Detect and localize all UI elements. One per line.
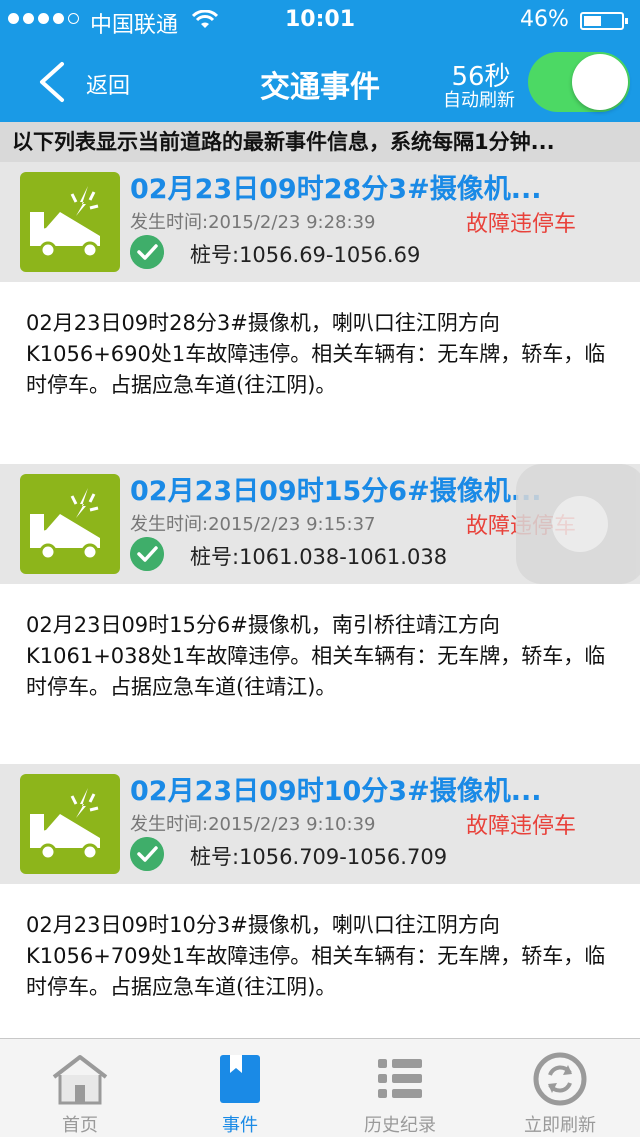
tab-refresh[interactable]: 立即刷新 <box>480 1039 640 1137</box>
event-card-header[interactable]: 02月23日09时10分3#摄像机... 发生时间:2015/2/23 9:10… <box>0 764 640 884</box>
check-icon <box>130 537 164 571</box>
auto-refresh-toggle[interactable] <box>528 52 630 112</box>
event-time: 发生时间:2015/2/23 9:10:39 <box>130 814 376 835</box>
breakdown-truck-icon <box>20 172 120 272</box>
refresh-icon <box>533 1052 587 1106</box>
tab-home[interactable]: 首页 <box>0 1039 160 1137</box>
notice-banner: 以下列表显示当前道路的最新事件信息，系统每隔1分钟... <box>0 122 640 162</box>
battery-icon <box>580 12 628 30</box>
bookmark-icon <box>220 1055 260 1103</box>
event-time: 发生时间:2015/2/23 9:15:37 <box>130 514 376 535</box>
event-card-header[interactable]: 02月23日09时28分3#摄像机... 发生时间:2015/2/23 9:28… <box>0 162 640 282</box>
toggle-knob <box>572 54 628 110</box>
event-stake: 桩号:1061.038-1061.038 <box>190 545 448 569</box>
event-body: 02月23日09时15分6#摄像机，南引桥往靖江方向K1061+038处1车故障… <box>0 584 640 764</box>
event-description: 02月23日09时15分6#摄像机，南引桥往靖江方向K1061+038处1车故障… <box>26 613 606 699</box>
tab-label: 历史纪录 <box>364 1115 436 1136</box>
breakdown-truck-icon <box>20 774 120 874</box>
tab-label: 事件 <box>222 1115 258 1136</box>
tab-bar: 首页 事件 历史纪录 立即刷新 <box>0 1038 640 1137</box>
battery-percent: 46% <box>520 7 569 32</box>
check-icon <box>130 235 164 269</box>
home-icon <box>52 1055 108 1105</box>
event-stake: 桩号:1056.709-1056.709 <box>190 845 448 869</box>
event-title: 02月23日09时28分3#摄像机... <box>130 174 542 205</box>
event-description: 02月23日09时10分3#摄像机，喇叭口往江阴方向K1056+709处1车故障… <box>26 913 606 999</box>
tab-events[interactable]: 事件 <box>160 1039 320 1137</box>
navigation-bar: 返回 交通事件 56秒 自动刷新 <box>0 40 640 122</box>
auto-refresh-label: 自动刷新 <box>443 90 515 111</box>
event-type: 故障违停车 <box>466 814 577 839</box>
event-description: 02月23日09时28分3#摄像机，喇叭口往江阴方向K1056+690处1车故障… <box>26 311 606 397</box>
list-icon <box>378 1059 422 1098</box>
event-body: 02月23日09时28分3#摄像机，喇叭口往江阴方向K1056+690处1车故障… <box>0 282 640 462</box>
event-stake: 桩号:1056.69-1056.69 <box>190 243 421 267</box>
tab-history[interactable]: 历史纪录 <box>320 1039 480 1137</box>
event-title: 02月23日09时15分6#摄像机... <box>130 476 542 507</box>
assistive-touch-button[interactable] <box>516 464 640 584</box>
event-time: 发生时间:2015/2/23 9:28:39 <box>130 212 376 233</box>
breakdown-truck-icon <box>20 474 120 574</box>
check-icon <box>130 837 164 871</box>
tab-label: 首页 <box>62 1115 98 1136</box>
event-title: 02月23日09时10分3#摄像机... <box>130 776 542 807</box>
status-bar: 中国联通 10:01 46% <box>0 0 640 40</box>
tab-label: 立即刷新 <box>524 1115 596 1136</box>
event-type: 故障违停车 <box>466 212 577 237</box>
event-body: 02月23日09时10分3#摄像机，喇叭口往江阴方向K1056+709处1车故障… <box>0 884 640 1064</box>
